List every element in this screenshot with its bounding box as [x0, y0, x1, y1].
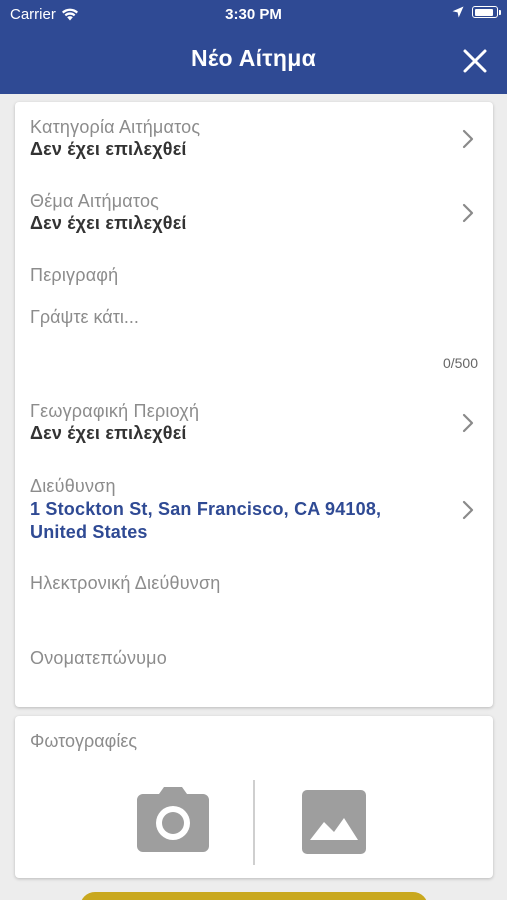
chevron-right-icon — [462, 129, 474, 149]
email-field[interactable]: Ηλεκτρονική Διεύθυνση — [30, 573, 478, 633]
region-label: Γεωγραφική Περιοχή — [30, 401, 200, 421]
description-label: Περιγραφή — [30, 265, 119, 285]
photos-card: Φωτογραφίες — [15, 716, 493, 878]
chevron-right-icon — [462, 203, 474, 223]
fullname-label: Ονοματεπώνυμο — [30, 648, 167, 668]
description-placeholder: Γράψτε κάτι... — [30, 307, 139, 327]
close-icon[interactable] — [461, 47, 489, 75]
app-header: Carrier 3:30 PM Νέο Αίτημα — [0, 0, 507, 94]
address-field[interactable]: Διεύθυνση 1 Stockton St, San Francisco, … — [30, 476, 478, 544]
chevron-right-icon — [462, 500, 474, 520]
address-value-line1: 1 Stockton St, San Francisco, CA 94108, — [30, 499, 382, 519]
region-value: Δεν έχει επιλεχθεί — [30, 423, 187, 443]
category-field[interactable]: Κατηγορία Αιτήματος Δεν έχει επιλεχθεί — [30, 117, 478, 160]
category-value: Δεν έχει επιλεχθεί — [30, 139, 187, 159]
address-label: Διεύθυνση — [30, 476, 116, 496]
submit-button[interactable] — [80, 892, 428, 900]
region-field[interactable]: Γεωγραφική Περιοχή Δεν έχει επιλεχθεί — [30, 401, 478, 444]
description-input[interactable]: Γράψτε κάτι... — [30, 307, 478, 328]
status-bar: Carrier 3:30 PM — [0, 0, 507, 28]
battery-icon — [472, 6, 501, 18]
battery-level — [474, 8, 493, 16]
page-title: Νέο Αίτημα — [190, 45, 317, 71]
subject-value: Δεν έχει επιλεχθεί — [30, 213, 187, 233]
request-form-card: Κατηγορία Αιτήματος Δεν έχει επιλεχθεί Θ… — [15, 102, 493, 707]
subject-label: Θέμα Αιτήματος — [30, 191, 160, 211]
subject-field[interactable]: Θέμα Αιτήματος Δεν έχει επιλεχθεί — [30, 191, 478, 234]
photos-divider — [253, 780, 255, 865]
email-label: Ηλεκτρονική Διεύθυνση — [30, 573, 221, 593]
photos-label: Φωτογραφίες — [30, 731, 138, 751]
description-field: Περιγραφή — [30, 265, 478, 286]
status-time: 3:30 PM — [225, 6, 282, 23]
location-arrow-icon — [452, 6, 464, 18]
image-icon[interactable] — [302, 790, 366, 854]
status-indicators — [452, 6, 501, 18]
category-label: Κατηγορία Αιτήματος — [30, 117, 201, 137]
description-counter: 0/500 — [442, 355, 478, 371]
chevron-right-icon — [462, 413, 474, 433]
address-value-line2: United States — [30, 522, 148, 542]
fullname-field[interactable]: Ονοματεπώνυμο — [30, 648, 478, 703]
camera-icon[interactable] — [137, 786, 209, 852]
